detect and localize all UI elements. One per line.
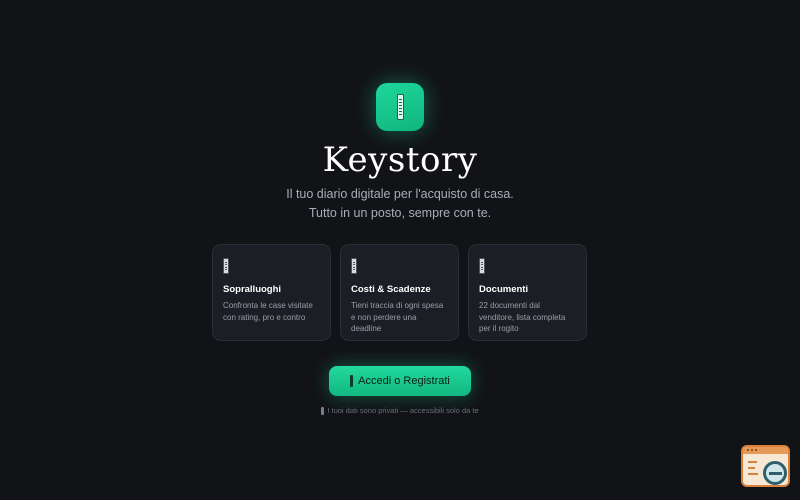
devtools-window-dots xyxy=(747,449,757,451)
login-register-label: Accedi o Registrati xyxy=(358,375,450,387)
feature-card-documenti: Documenti 22 documenti dal venditore, li… xyxy=(468,244,587,341)
tagline-line-1: Il tuo diario digitale per l'acquisto di… xyxy=(286,187,514,201)
feature-card-sopralluoghi: Sopralluoghi Confronta le case visitate … xyxy=(212,244,331,341)
privacy-note-text: I tuoi dati sono privati — accessibili s… xyxy=(327,406,479,415)
feature-description: 22 documenti dal venditore, lista comple… xyxy=(479,301,566,333)
feature-description: Confronta le case visitate con rating, p… xyxy=(223,301,313,322)
feature-title: Costi & Scadenze xyxy=(351,284,431,295)
devtools-inspector-button[interactable] xyxy=(741,445,790,487)
login-register-button[interactable]: Accedi o Registrati xyxy=(329,366,471,396)
document-icon xyxy=(223,258,229,274)
feature-card-costi-scadenze: Costi & Scadenze Tieni traccia di ogni s… xyxy=(340,244,459,341)
lock-icon xyxy=(321,406,325,415)
logo-icon xyxy=(396,94,404,120)
code-lines-icon xyxy=(748,461,758,479)
feature-description: Tieni traccia di ogni spesa e non perder… xyxy=(351,301,444,333)
welcome-screen: Keystory Il tuo diario digitale per l'ac… xyxy=(0,0,800,500)
document-icon xyxy=(351,258,357,274)
magnifier-icon xyxy=(763,461,787,485)
app-logo xyxy=(376,83,424,131)
feature-title: Sopralluoghi xyxy=(223,284,282,295)
privacy-note: I tuoi dati sono privati — accessibili s… xyxy=(0,406,800,415)
key-icon xyxy=(350,375,354,387)
document-icon xyxy=(479,258,485,274)
app-title: Keystory xyxy=(322,140,478,180)
tagline-line-2: Tutto in un posto, sempre con te. xyxy=(308,206,492,220)
feature-title: Documenti xyxy=(479,284,529,295)
